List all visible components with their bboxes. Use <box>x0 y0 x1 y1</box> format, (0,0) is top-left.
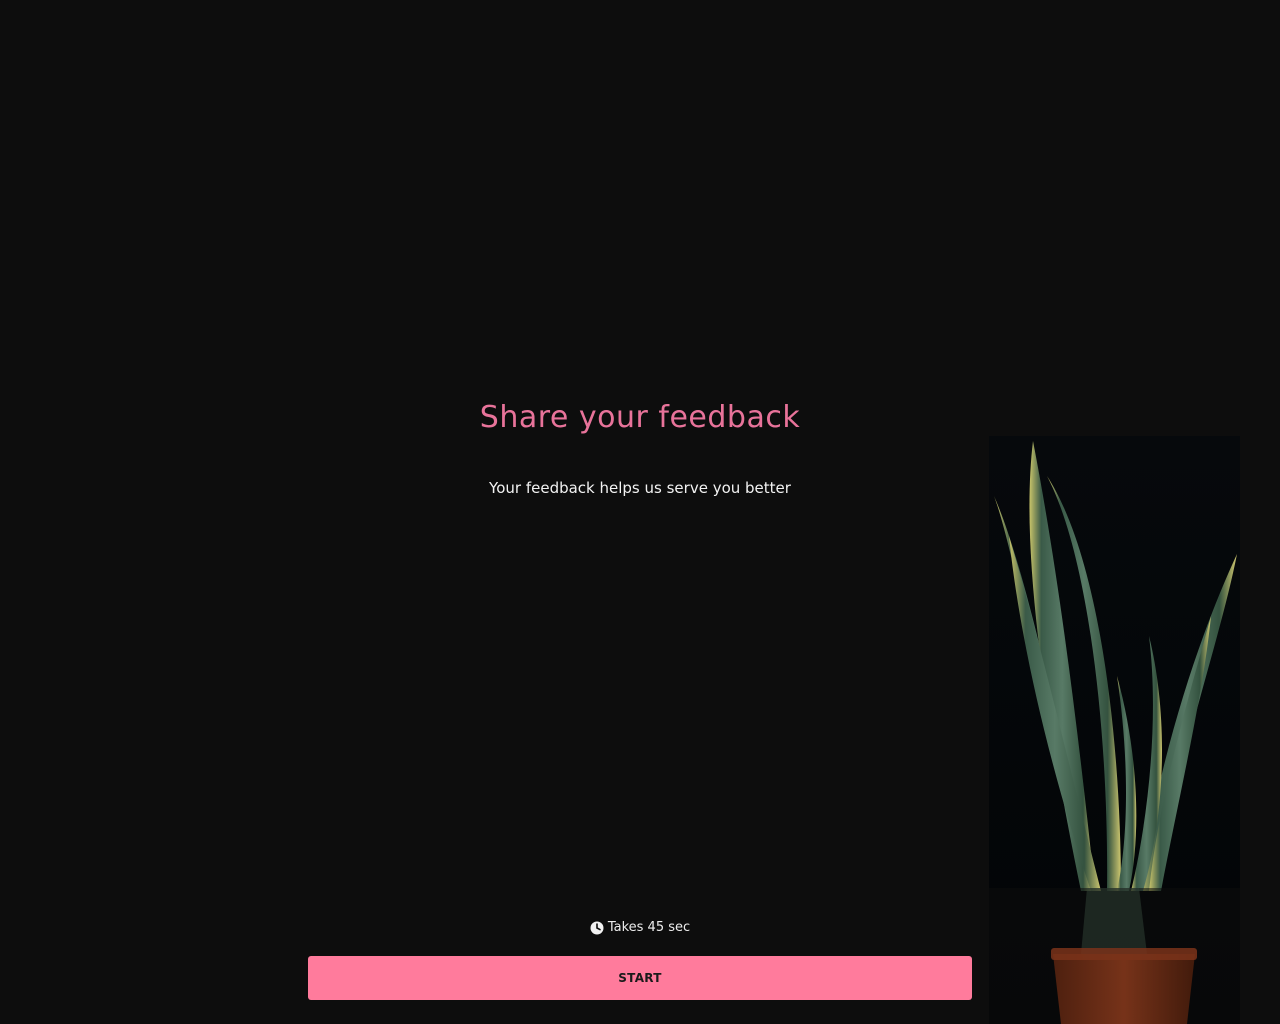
clock-icon <box>590 921 604 935</box>
start-button[interactable]: START <box>308 956 972 1000</box>
duration-text: Takes 45 sec <box>607 920 691 935</box>
plant-photo <box>989 436 1240 1024</box>
duration-indicator: Takes 45 sec <box>0 920 1280 935</box>
page-title: Share your feedback <box>479 400 801 435</box>
survey-welcome-screen: Share your feedback Your feedback helps … <box>0 0 1280 1024</box>
